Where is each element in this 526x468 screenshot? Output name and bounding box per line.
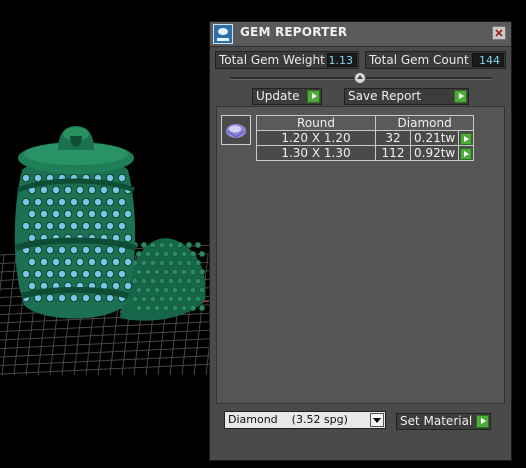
set-material-button[interactable]: Set Material [396,413,491,430]
material-selected-value: Diamond (3.52 spg) [228,413,348,426]
table-row[interactable]: 1.20 X 1.20 32 0.21tw [256,130,475,146]
table-row[interactable]: 1.30 X 1.30 112 0.92tw [256,145,475,161]
play-icon [476,415,489,428]
gem-size-cell: 1.30 X 1.30 [256,145,376,161]
play-icon [454,90,467,103]
gem-count-cell: 32 [375,130,411,146]
row-action-cell [458,130,475,146]
header-diamond: Diamond [374,115,475,131]
panel-titlebar[interactable]: GEM REPORTER [210,22,511,47]
play-icon [307,90,320,103]
gem-count-cell: 112 [375,145,411,161]
material-select[interactable]: Diamond (3.52 spg) [224,411,386,429]
gem-reporter-panel: GEM REPORTER Total Gem Weight 1.13 Total… [209,21,512,461]
collapse-toggle[interactable] [354,72,366,84]
panel-title: GEM REPORTER [240,25,348,39]
close-button[interactable] [492,26,506,40]
total-gem-count-value: 144 [472,53,504,67]
gem-list-area: Round Diamond 1.20 X 1.20 32 0.21tw 1.30… [216,106,505,404]
close-icon [495,29,503,37]
save-report-button[interactable]: Save Report [344,88,469,105]
gem-reporter-app-icon [213,24,233,44]
row-play-icon[interactable] [460,132,473,145]
total-gem-count-field: Total Gem Count 144 [365,51,506,69]
set-material-label: Set Material [400,414,473,428]
update-label: Update [256,89,300,103]
diamond-gem-icon[interactable] [221,115,251,145]
total-gem-weight-field: Total Gem Weight 1.13 [215,51,359,69]
total-gem-weight-label: Total Gem Weight [219,53,325,67]
gem-weight-cell: 0.21tw [409,130,460,146]
gem-weight-cell: 0.92tw [409,145,460,161]
chevron-down-icon[interactable] [370,413,384,427]
table-header-row: Round Diamond [256,115,475,131]
gem-size-cell: 1.20 X 1.20 [256,130,376,146]
update-button[interactable]: Update [252,88,322,105]
header-round: Round [256,115,376,131]
gem-table: Round Diamond 1.20 X 1.20 32 0.21tw 1.30… [256,115,475,161]
row-play-icon[interactable] [460,147,473,160]
total-gem-weight-value: 1.13 [327,53,357,67]
total-gem-count-label: Total Gem Count [369,53,469,67]
row-action-cell [458,145,475,161]
save-report-label: Save Report [348,89,422,103]
